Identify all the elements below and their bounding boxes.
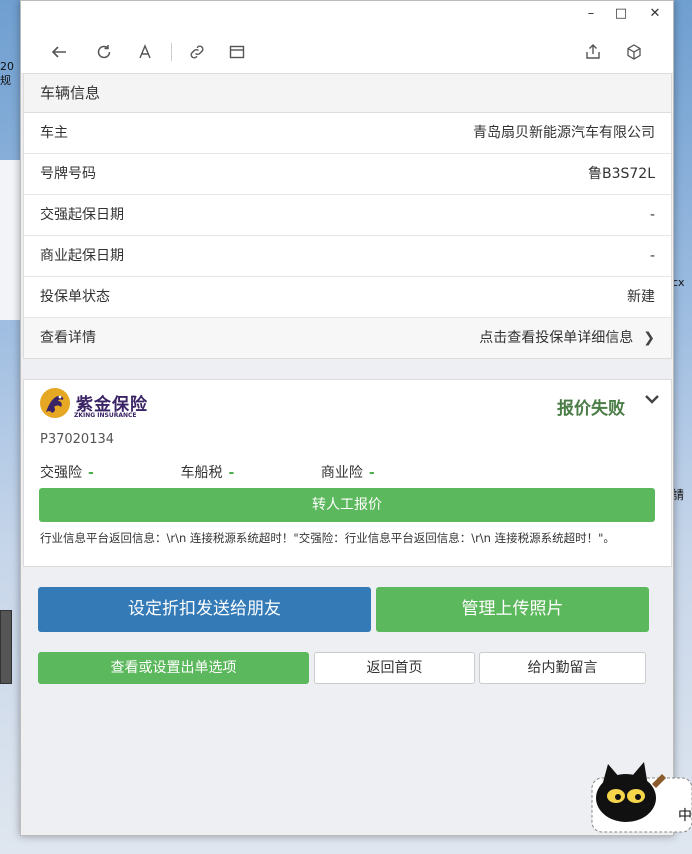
row-value: 青岛扇贝新能源汽车有限公司 [473,125,655,141]
window-icon[interactable] [226,41,248,63]
vehicle-info-title: 车辆信息 [24,74,671,113]
price-vehicle-tax: 车船税 - [180,465,235,481]
row-value: - [649,248,655,264]
browser-window: – □ ✕ 车辆信息 车主 青岛扇贝新能源汽车有限公司 号牌号码 鲁B3S72L… [20,0,674,836]
row-label: 交强起保日期 [40,207,124,223]
upload-photos-button[interactable]: 管理上传照片 [376,587,649,632]
toolbar-separator [171,43,172,61]
quote-code: P37020134 [40,432,115,447]
detail-label: 查看详情 [40,330,96,346]
insurer-logo: 紫金保险 ZKING INSURANCE [38,386,158,426]
vehicle-info-panel: 车辆信息 车主 青岛扇贝新能源汽车有限公司 号牌号码 鲁B3S72L 交强起保日… [23,73,672,359]
chevron-right-icon: ❯ [643,330,655,346]
refresh-icon[interactable] [93,41,115,63]
back-icon[interactable] [48,41,70,63]
minimize-button[interactable]: – [579,6,603,24]
insurer-subtitle: ZKING INSURANCE [74,412,137,419]
row-label: 车主 [40,125,68,141]
font-icon[interactable] [134,41,156,63]
dragon-logo-icon [40,388,70,418]
manual-quote-button[interactable]: 转人工报价 [39,488,655,522]
browser-toolbar [21,29,673,74]
row-compulsory-start: 交强起保日期 - [24,194,671,235]
title-bar: – □ ✕ [21,1,673,29]
cat-mascot-icon: 中 [591,762,692,833]
row-commercial-start: 商业起保日期 - [24,235,671,276]
row-policy-status: 投保单状态 新建 [24,276,671,317]
order-options-button[interactable]: 查看或设置出单选项 [38,652,309,684]
row-value: 新建 [627,289,655,305]
price-compulsory: 交强险 - [40,465,94,481]
platform-message: 行业信息平台返回信息：\r\n 连接税源系统超时！"交强险：行业信息平台返回信息… [40,531,615,545]
internal-message-button[interactable]: 给内勤留言 [479,652,646,684]
quote-prices: 交强险 - 车船税 - 商业险 - [40,462,457,482]
close-button[interactable]: ✕ [643,6,667,24]
link-icon[interactable] [186,41,208,63]
cube-icon[interactable] [623,41,645,63]
row-owner: 车主 青岛扇贝新能源汽车有限公司 [24,113,671,153]
maximize-button[interactable]: □ [609,6,633,24]
svg-text:中: 中 [678,808,692,824]
home-button[interactable]: 返回首页 [314,652,475,684]
quote-card: 紫金保险 ZKING INSURANCE 报价失败 P37020134 交强险 -… [23,379,672,567]
view-details-row[interactable]: 查看详情 点击查看投保单详细信息 ❯ [24,317,671,358]
detail-value: 点击查看投保单详细信息 [479,330,634,346]
row-plate: 号牌号码 鲁B3S72L [24,153,671,194]
row-label: 商业起保日期 [40,248,124,264]
desktop-left-window [0,160,22,320]
chevron-down-icon[interactable] [643,390,661,408]
row-label: 投保单状态 [40,289,110,305]
desktop-left-text: 20 规 [0,60,14,87]
row-value: - [649,207,655,223]
row-label: 号牌号码 [40,166,96,182]
vehicle-info-rows: 车主 青岛扇贝新能源汽车有限公司 号牌号码 鲁B3S72L 交强起保日期 - 商… [24,113,671,358]
price-commercial: 商业险 - [320,465,375,481]
desktop-left-frame [0,610,12,684]
quote-status: 报价失败 [557,399,625,419]
share-icon[interactable] [582,41,604,63]
send-discount-button[interactable]: 设定折扣发送给朋友 [38,587,371,632]
row-value: 鲁B3S72L [587,166,655,182]
page-content: 车辆信息 车主 青岛扇贝新能源汽车有限公司 号牌号码 鲁B3S72L 交强起保日… [22,73,672,834]
